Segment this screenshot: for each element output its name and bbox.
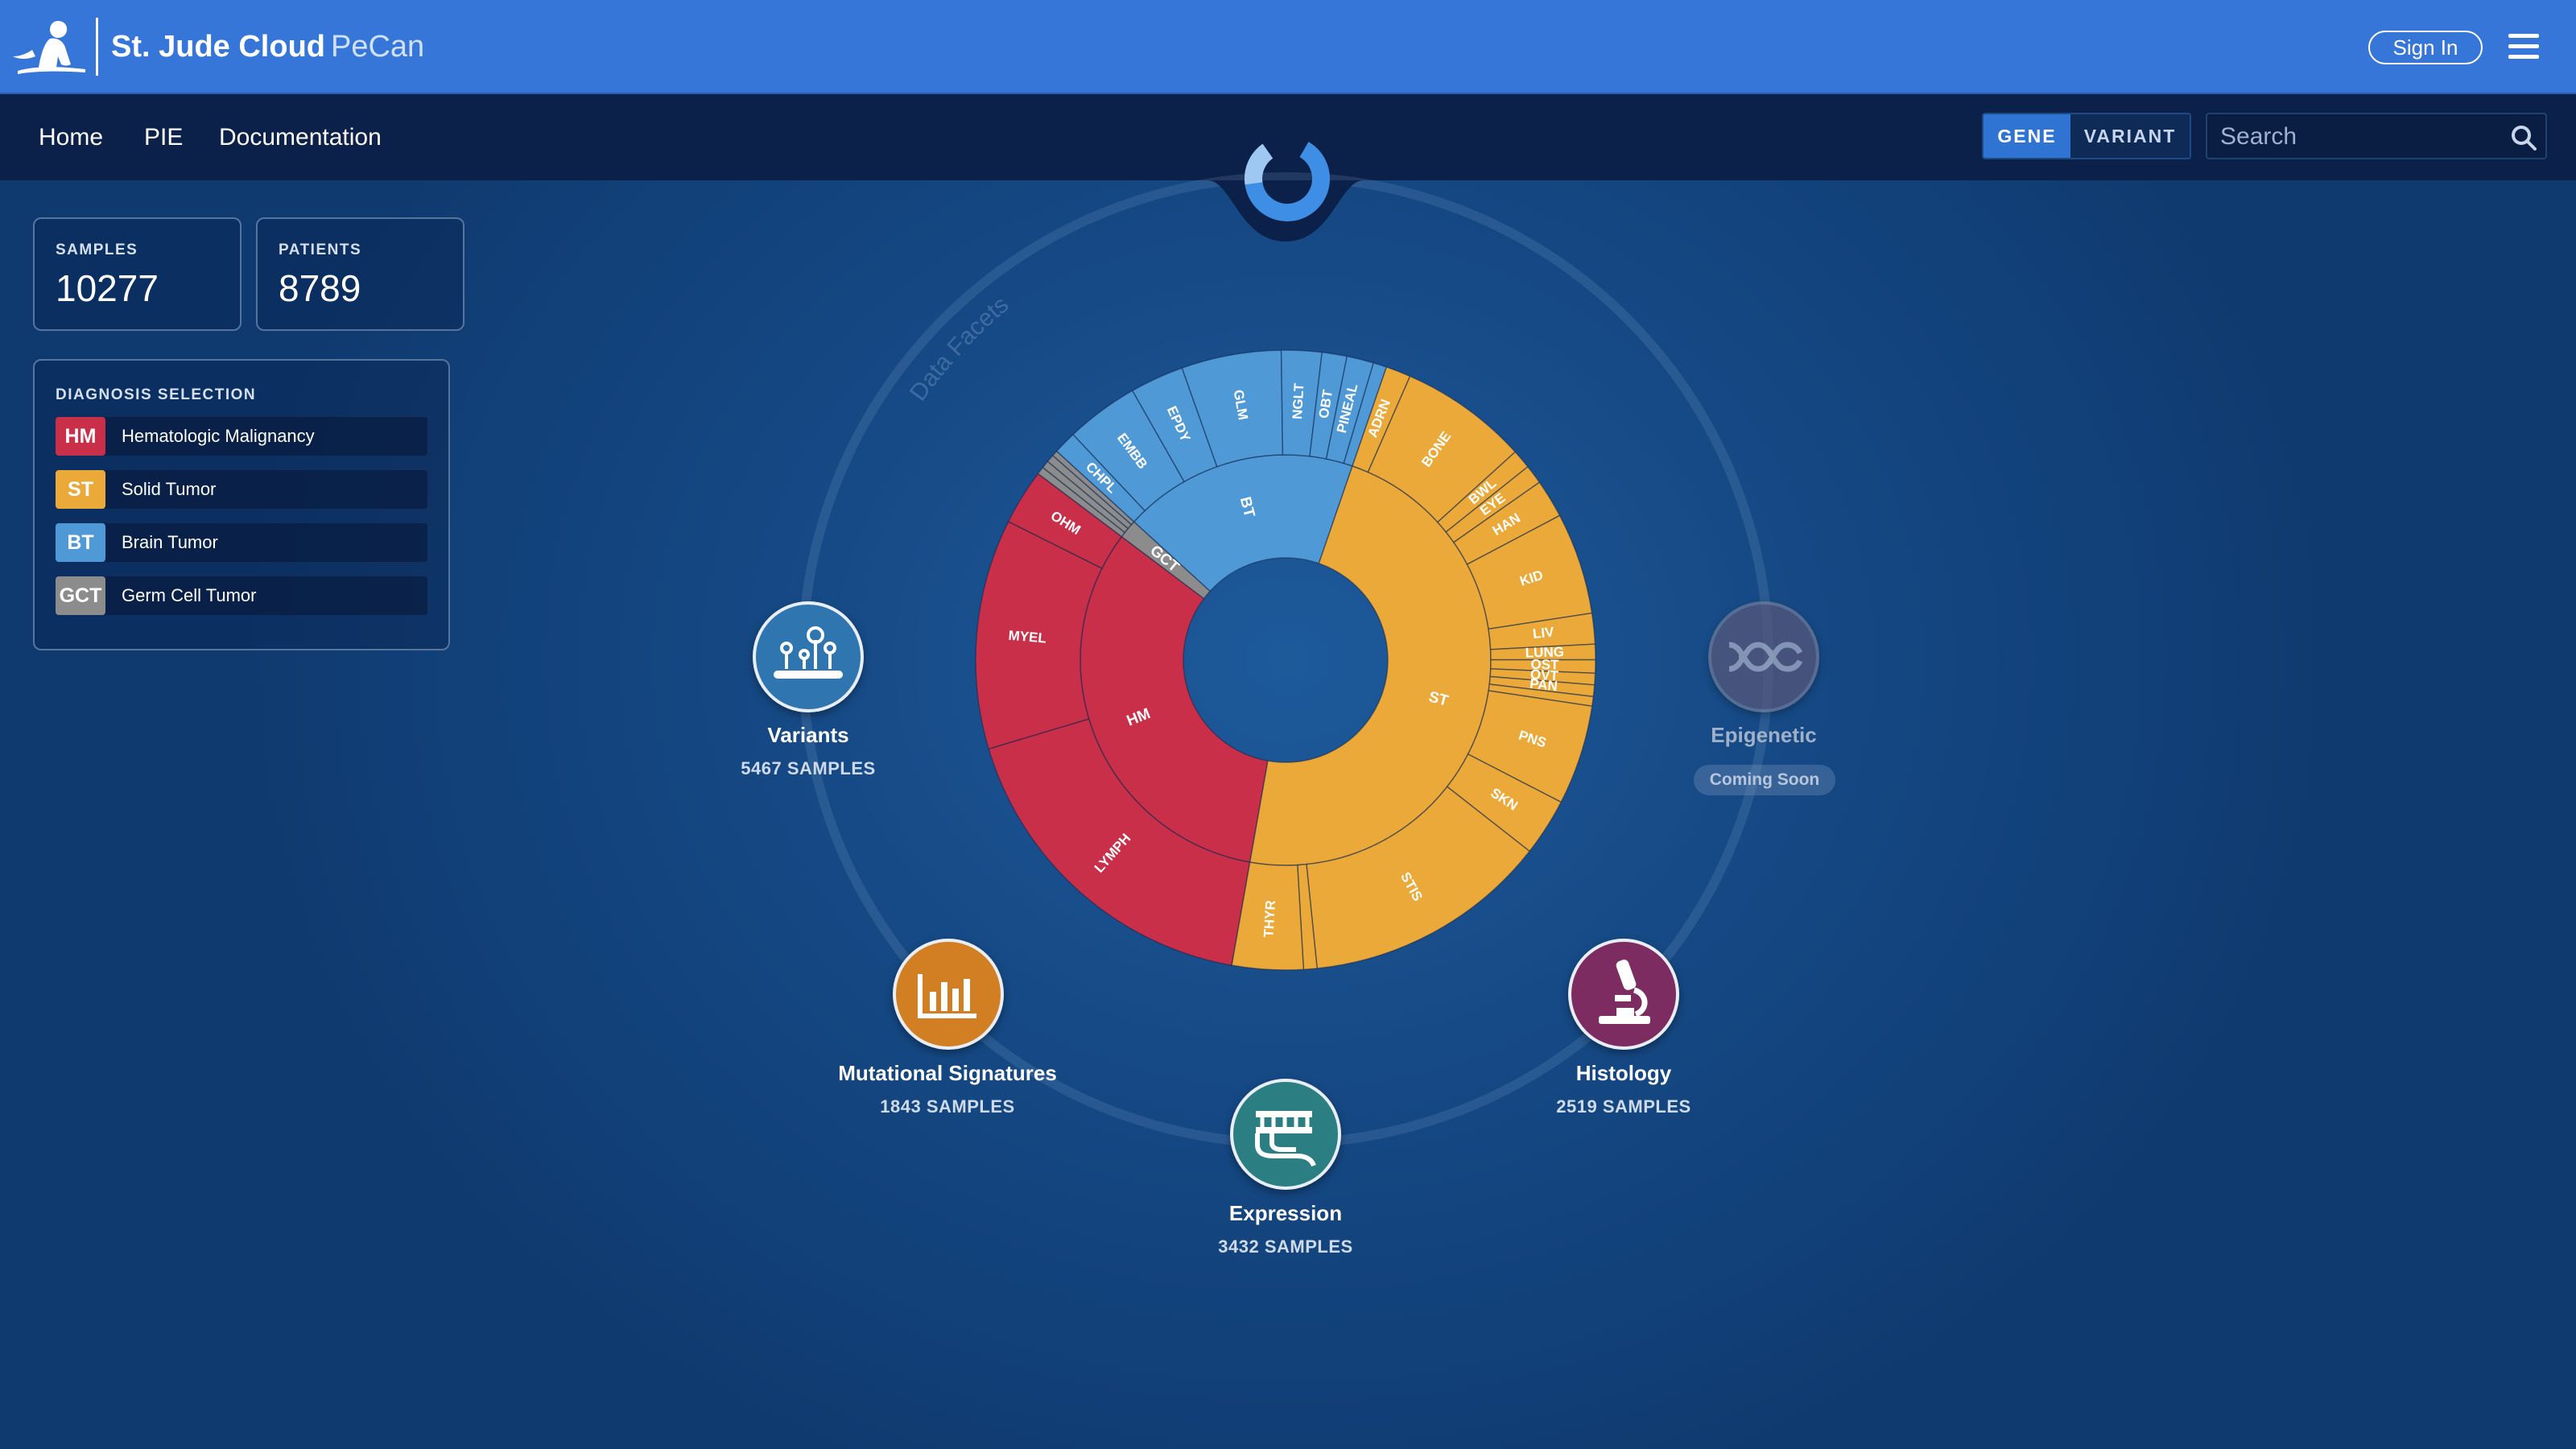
- sunburst-outer-label-nglt: NGLT: [1290, 382, 1307, 420]
- brand-product[interactable]: PeCan: [331, 26, 424, 68]
- logo-divider: [96, 18, 98, 76]
- samples-value: 10277: [56, 267, 159, 309]
- samples-stat-card: SAMPLES 10277: [33, 217, 242, 331]
- samples-label: SAMPLES: [56, 242, 138, 258]
- diagnosis-name-gct: Germ Cell Tumor: [122, 585, 257, 605]
- nav-pie[interactable]: PIE: [144, 122, 183, 154]
- diagnosis-item-hm[interactable]: HM Hematologic Malignancy: [56, 417, 427, 456]
- expression-facet-count: 3432 SAMPLES: [1218, 1236, 1353, 1257]
- bar-chart-icon: [918, 974, 976, 1018]
- diagnosis-selection-title: DIAGNOSIS SELECTION: [56, 386, 257, 403]
- diagnosis-badge-gct: GCT: [56, 576, 105, 615]
- diagnosis-badge-bt: BT: [56, 523, 105, 562]
- expression-icon: [1255, 1111, 1316, 1167]
- epigenetic-facet-name: Epigenetic: [1711, 723, 1817, 747]
- variants-facet[interactable]: [753, 601, 864, 712]
- sunburst-outer-label-thyr: THYR: [1261, 900, 1278, 938]
- patients-stat-card: PATIENTS 8789: [256, 217, 464, 331]
- search-mode-toggle: GENE VARIANT: [1982, 113, 2191, 159]
- epigenetic-facet: [1708, 601, 1819, 712]
- mutational-signatures-facet-name[interactable]: Mutational Signatures: [803, 1061, 1092, 1086]
- diagnosis-name-st: Solid Tumor: [122, 479, 217, 499]
- variants-icon: [774, 626, 843, 679]
- search-icon[interactable]: [2510, 124, 2537, 151]
- variants-facet-name[interactable]: Variants: [663, 723, 953, 748]
- histology-facet-name[interactable]: Histology: [1479, 1061, 1769, 1086]
- search-input[interactable]: [2220, 121, 2494, 153]
- diagnosis-item-bt[interactable]: BT Brain Tumor: [56, 523, 427, 562]
- coming-soon-badge: Coming Soon: [1694, 765, 1835, 795]
- diagnosis-item-st[interactable]: ST Solid Tumor: [56, 470, 427, 509]
- variants-facet-count: 5467 SAMPLES: [741, 758, 876, 778]
- diagnosis-item-gct[interactable]: GCT Germ Cell Tumor: [56, 576, 427, 615]
- histology-facet-count: 2519 SAMPLES: [1556, 1096, 1691, 1117]
- diagnosis-name-bt: Brain Tumor: [122, 532, 218, 552]
- patients-label: PATIENTS: [279, 242, 362, 258]
- brand-name[interactable]: St. Jude Cloud: [111, 26, 325, 68]
- sign-in-button[interactable]: Sign In: [2368, 31, 2483, 64]
- mutational-signatures-facet[interactable]: [893, 939, 1004, 1050]
- expression-facet-name[interactable]: Expression: [1141, 1201, 1430, 1226]
- diagnosis-sunburst-chart[interactable]: HMGCTBTSTLYMPHMYELOHMCHPLEMBBEPDY GLM NGLT…: [964, 338, 1608, 982]
- top-bar: St. Jude Cloud PeCan Sign In: [0, 0, 2576, 94]
- hamburger-menu-icon[interactable]: [2508, 34, 2539, 60]
- diagnosis-badge-hm: HM: [56, 417, 105, 456]
- st-jude-logo-icon[interactable]: [11, 18, 89, 76]
- expression-facet[interactable]: [1230, 1079, 1341, 1190]
- patients-value: 8789: [279, 267, 361, 309]
- diagnosis-badge-st: ST: [56, 470, 105, 509]
- nav-home[interactable]: Home: [39, 122, 103, 154]
- dna-icon: [1728, 642, 1803, 672]
- pecan-logo-icon[interactable]: [1242, 134, 1332, 224]
- diagnosis-name-hm: Hematologic Malignancy: [122, 426, 315, 446]
- mutational-signatures-facet-count: 1843 SAMPLES: [880, 1096, 1015, 1117]
- microscope-icon: [1599, 960, 1650, 1024]
- nav-documentation[interactable]: Documentation: [219, 122, 382, 154]
- search-mode-gene[interactable]: GENE: [1984, 114, 2070, 158]
- sunburst-outer-label-liv: LIV: [1532, 624, 1555, 642]
- sunburst-outer-label-myel: MYEL: [1008, 628, 1047, 646]
- histology-facet[interactable]: [1568, 939, 1679, 1050]
- search-mode-variant[interactable]: VARIANT: [2070, 114, 2190, 158]
- diagnosis-selection-panel: DIAGNOSIS SELECTION HM Hematologic Malig…: [33, 359, 450, 650]
- search-box: [2206, 113, 2547, 159]
